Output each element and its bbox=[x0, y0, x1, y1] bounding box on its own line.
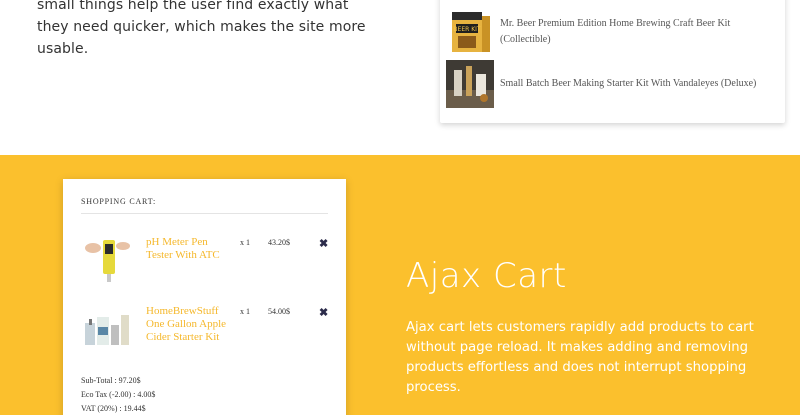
cart-item-qty: x 1 bbox=[240, 238, 250, 247]
feature-title: Ajax Cart bbox=[406, 256, 567, 296]
cart-totals: Sub-Total : 97.20$ Eco Tax (-2.00) : 4.0… bbox=[81, 374, 155, 415]
search-result-name[interactable]: Mr. Beer Premium Edition Home Brewing Cr… bbox=[500, 16, 770, 48]
ph-meter-thumbnail-icon[interactable] bbox=[81, 236, 133, 284]
brewing-kit-photo-icon bbox=[446, 60, 494, 108]
search-result-item[interactable]: Small Batch Beer Making Starter Kit With… bbox=[446, 60, 776, 108]
cart-item-price: 43.20$ bbox=[268, 238, 290, 247]
cart-subtotal: Sub-Total : 97.20$ bbox=[81, 376, 141, 385]
search-result-name[interactable]: Small Batch Beer Making Starter Kit With… bbox=[500, 76, 770, 92]
cart-eco-tax: Eco Tax (-2.00) : 4.00$ bbox=[81, 390, 156, 399]
cart-item: HomeBrewStuff One Gallon Apple Cider Sta… bbox=[81, 305, 336, 365]
search-results-card: BEER KIT Mr. Beer Premium Edition Home B… bbox=[440, 0, 785, 123]
feature-description: Ajax cart lets customers rapidly add pro… bbox=[406, 320, 754, 395]
top-section: small things help the user find exactly … bbox=[0, 0, 800, 155]
intro-text: small things help the user find exactly … bbox=[37, 0, 366, 57]
svg-text:BEER KIT: BEER KIT bbox=[453, 26, 480, 33]
cart-divider bbox=[81, 213, 328, 214]
cart-item: pH Meter Pen Tester With ATC x 1 43.20$ … bbox=[81, 236, 336, 296]
close-icon[interactable]: ✖ bbox=[319, 237, 328, 250]
cart-item-price: 54.00$ bbox=[268, 307, 290, 316]
cart-vat: VAT (20%) : 19.44$ bbox=[81, 404, 146, 413]
beer-kit-box-icon: BEER KIT bbox=[446, 8, 494, 56]
cart-item-name[interactable]: pH Meter Pen Tester With ATC bbox=[146, 236, 236, 262]
cart-item-qty: x 1 bbox=[240, 307, 250, 316]
cart-title: SHOPPING CART: bbox=[81, 197, 157, 206]
search-result-item[interactable]: BEER KIT Mr. Beer Premium Edition Home B… bbox=[446, 8, 776, 56]
cider-kit-thumbnail-icon[interactable] bbox=[81, 305, 133, 353]
cart-item-name[interactable]: HomeBrewStuff One Gallon Apple Cider Sta… bbox=[146, 305, 236, 344]
close-icon[interactable]: ✖ bbox=[319, 306, 328, 319]
shopping-cart-panel: SHOPPING CART: pH Meter Pen Tester With … bbox=[63, 179, 346, 415]
